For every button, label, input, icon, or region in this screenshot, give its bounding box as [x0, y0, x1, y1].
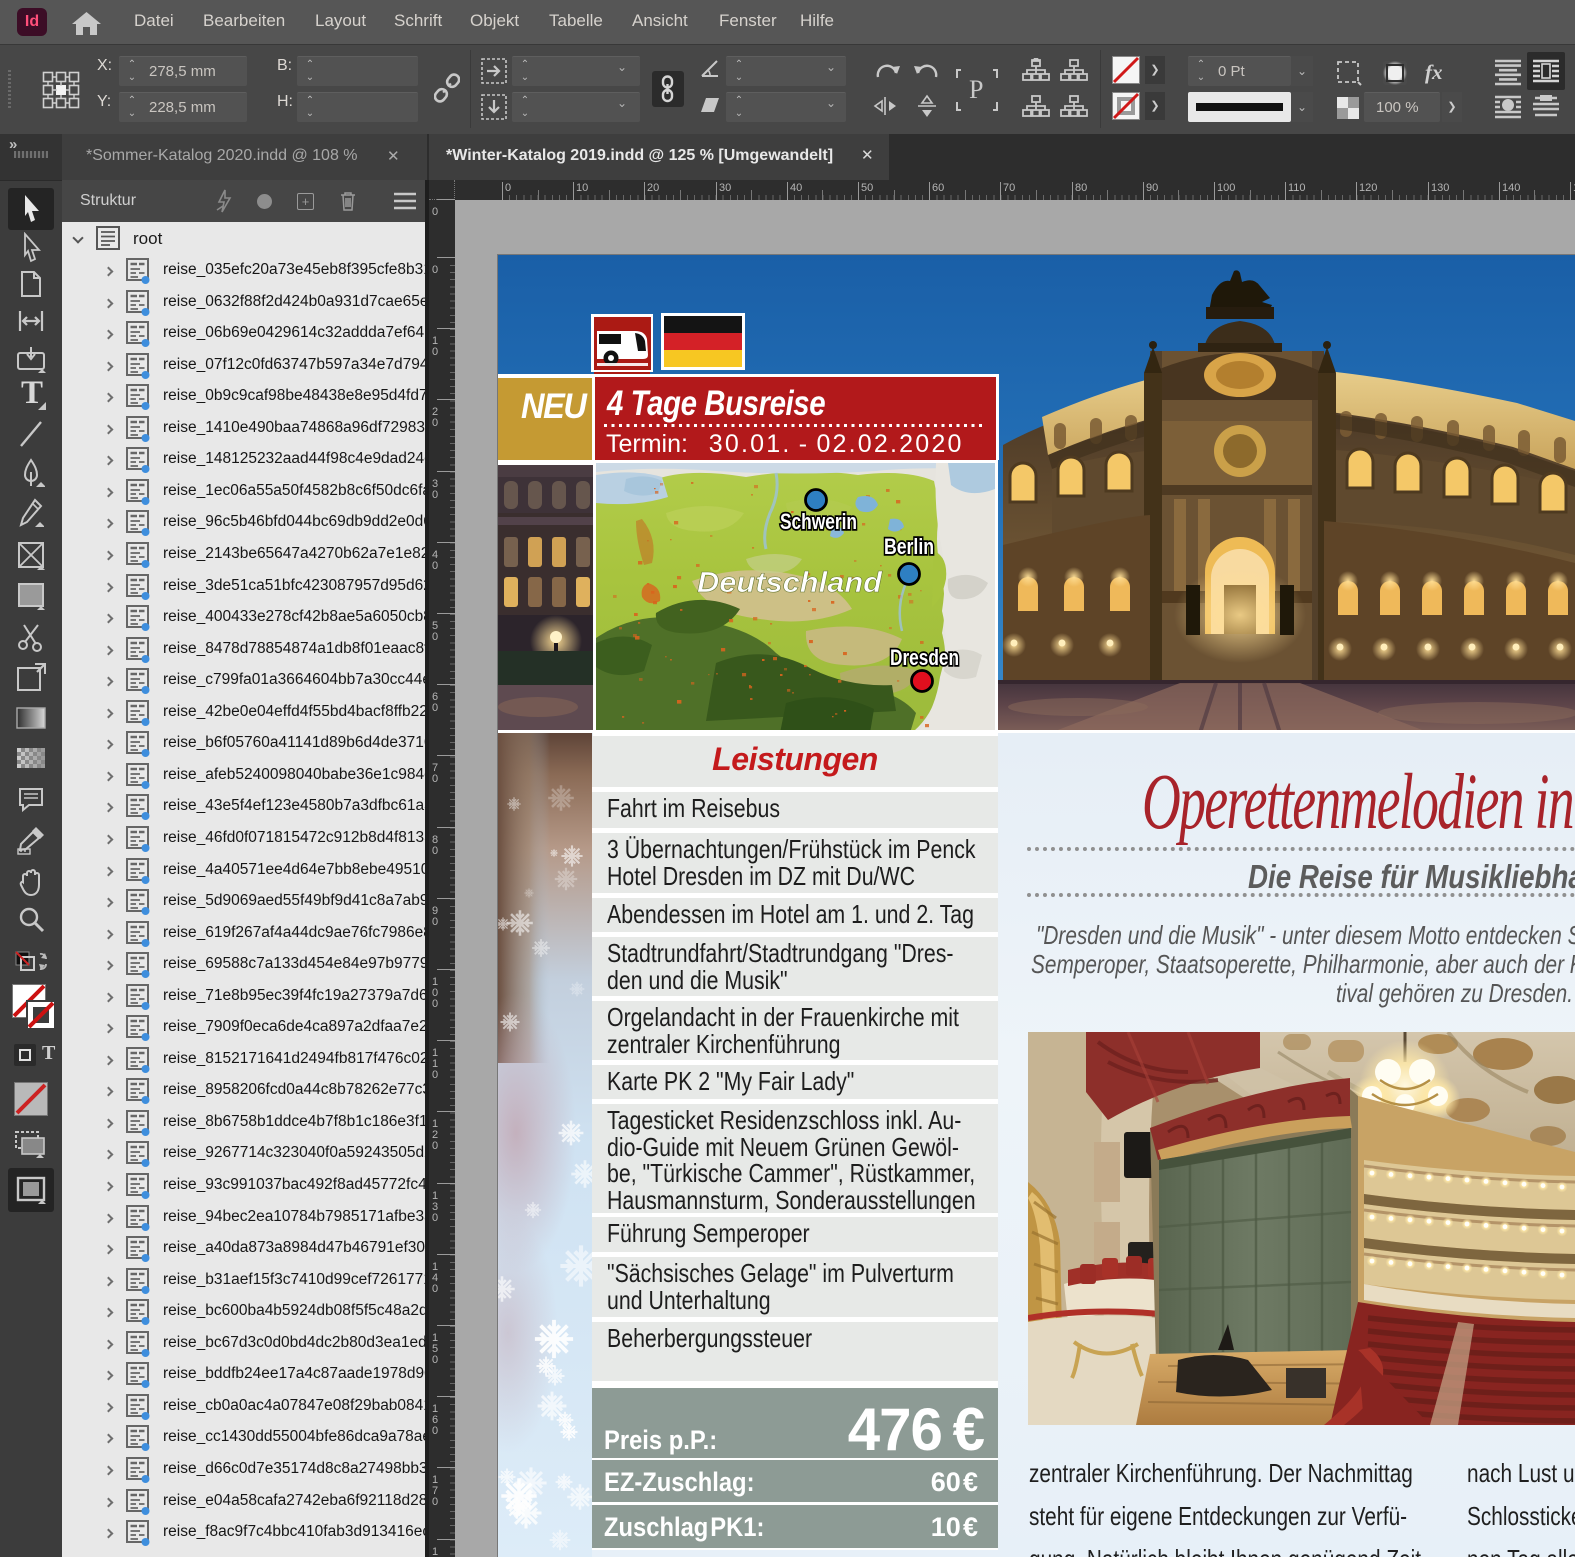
svg-text:Berlin: Berlin: [884, 534, 934, 559]
svg-text:Schwerin: Schwerin: [780, 509, 857, 534]
svg-text:Dresden: Dresden: [890, 645, 959, 670]
svg-text:P: P: [969, 75, 983, 104]
svg-text:Deutschland: Deutschland: [697, 567, 883, 599]
